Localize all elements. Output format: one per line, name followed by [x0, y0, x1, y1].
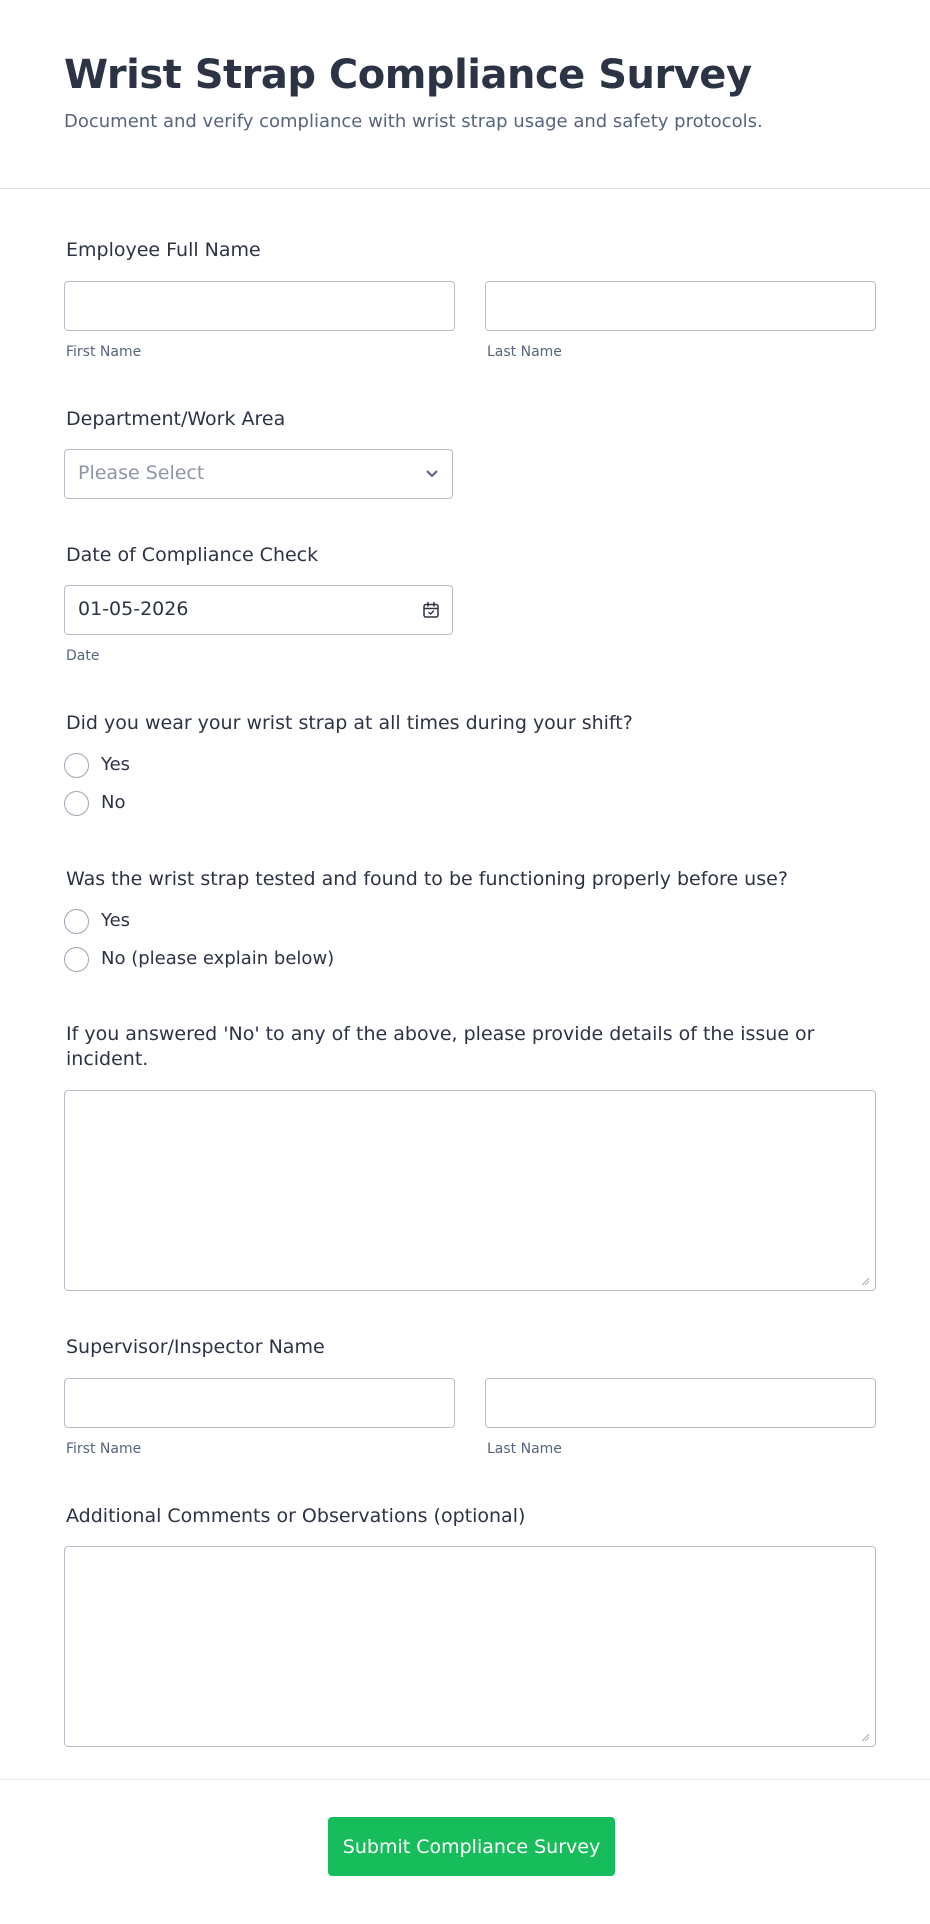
radio-label: Yes [101, 910, 131, 931]
check-date-input[interactable]: 01-05-2026 [64, 585, 453, 635]
submit-button[interactable]: Submit Compliance Survey [328, 1817, 615, 1876]
details-label-line1: If you answered 'No' to any of the above… [66, 1023, 815, 1045]
resize-handle-icon[interactable] [860, 1276, 870, 1286]
radio-label: No [101, 792, 126, 813]
supervisor-first-name-input[interactable] [64, 1378, 455, 1428]
radio-button[interactable] [64, 947, 89, 972]
radio-label: Yes [101, 754, 131, 775]
wear-strap-question: Did you wear your wrist strap at all tim… [66, 712, 633, 734]
radio-button[interactable] [64, 791, 89, 816]
details-textarea[interactable] [64, 1090, 876, 1291]
employee-name-label: Employee Full Name [66, 239, 261, 261]
form-title: Wrist Strap Compliance Survey [64, 52, 752, 98]
employee-last-name-input[interactable] [485, 281, 876, 331]
department-select[interactable]: Please Select [64, 449, 453, 499]
form-subtitle: Document and verify compliance with wris… [64, 111, 763, 132]
chevron-down-icon [426, 470, 438, 477]
resize-handle-icon[interactable] [860, 1732, 870, 1742]
strap-tested-question: Was the wrist strap tested and found to … [66, 868, 788, 890]
comments-textarea[interactable] [64, 1546, 876, 1747]
supervisor-first-name-sublabel: First Name [66, 1441, 142, 1457]
employee-last-name-sublabel: Last Name [487, 344, 562, 360]
comments-label: Additional Comments or Observations (opt… [66, 1505, 526, 1527]
details-label-line2: incident. [66, 1048, 149, 1070]
radio-button[interactable] [64, 753, 89, 778]
calendar-icon[interactable] [422, 601, 440, 619]
radio-label: No (please explain below) [101, 948, 335, 969]
check-date-label: Date of Compliance Check [66, 544, 319, 566]
radio-button[interactable] [64, 909, 89, 934]
employee-first-name-input[interactable] [64, 281, 455, 331]
supervisor-last-name-input[interactable] [485, 1378, 876, 1428]
check-date-value: 01-05-2026 [78, 598, 189, 620]
supervisor-name-label: Supervisor/Inspector Name [66, 1336, 325, 1358]
department-label: Department/Work Area [66, 408, 286, 430]
footer-divider [0, 1779, 930, 1780]
department-placeholder: Please Select [78, 462, 205, 484]
check-date-sublabel: Date [66, 648, 100, 664]
form-header: Wrist Strap Compliance Survey Document a… [0, 0, 930, 189]
employee-first-name-sublabel: First Name [66, 344, 142, 360]
supervisor-last-name-sublabel: Last Name [487, 1441, 562, 1457]
